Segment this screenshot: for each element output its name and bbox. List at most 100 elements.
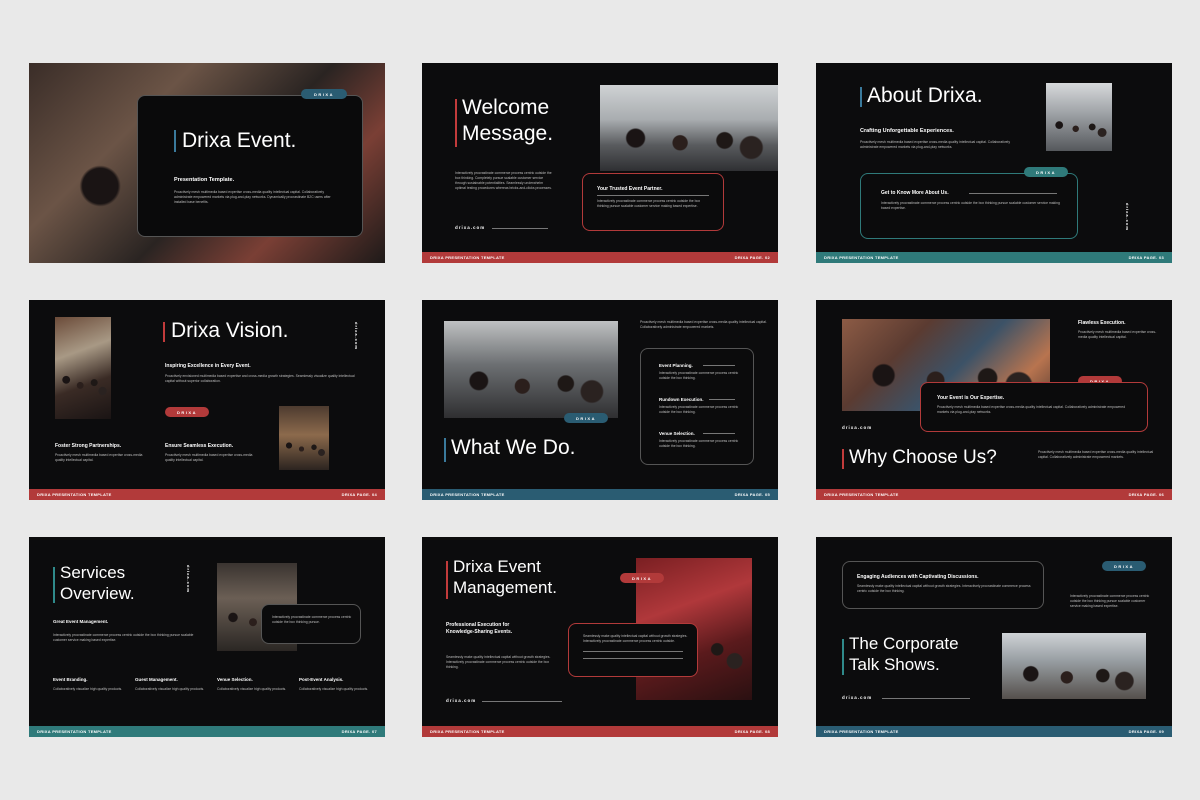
body-text: Interactively procrastinate commerce pro… bbox=[53, 633, 194, 642]
divider bbox=[492, 228, 548, 229]
footer-left: DRIXA PRESENTATION TEMPLATE bbox=[430, 255, 505, 260]
body-2: Proactively mesh multimedia based expert… bbox=[55, 453, 143, 462]
card-body: Proactively mesh multimedia based expert… bbox=[937, 405, 1126, 414]
footer: DRIXA PRESENTATION TEMPLATE DRIXA PAGE. … bbox=[816, 489, 1172, 500]
team-photo bbox=[600, 85, 778, 171]
accent-bar bbox=[860, 87, 862, 107]
page-number: DRIXA PAGE. 09 bbox=[1128, 729, 1164, 734]
presenter-photo bbox=[1046, 83, 1112, 151]
page-number: DRIXA PAGE. 03 bbox=[1128, 255, 1164, 260]
card-divider bbox=[597, 195, 709, 196]
info-card: Your Trusted Event Partner. Interactivel… bbox=[582, 173, 724, 231]
vertical-link[interactable]: drixa.com bbox=[354, 322, 359, 350]
col-4-title: Post-Event Analysis. bbox=[299, 677, 344, 682]
item-2-title: Rundown Execution. bbox=[659, 397, 704, 402]
footer-left: DRIXA PRESENTATION TEMPLATE bbox=[37, 492, 112, 497]
accent-bar bbox=[842, 639, 844, 675]
expertise-card: Your Event is Our Expertise. Proactively… bbox=[920, 382, 1148, 432]
slide-8[interactable]: Drixa Event Management. DRIXA Profession… bbox=[422, 537, 778, 737]
slide-6[interactable]: Flawless Execution. Proactively mesh mul… bbox=[816, 300, 1172, 500]
page-number: DRIXA PAGE. 05 bbox=[734, 492, 770, 497]
accent-bar bbox=[444, 438, 446, 462]
card-body: Interactively procrastinate commerce pro… bbox=[272, 615, 352, 624]
divider bbox=[882, 698, 970, 699]
subtitle: Presentation Template. bbox=[174, 177, 235, 183]
brand-badge: DRIXA bbox=[620, 573, 664, 583]
footer: DRIXA PRESENTATION TEMPLATE DRIXA PAGE. … bbox=[816, 252, 1172, 263]
website-link[interactable]: drixa.com bbox=[842, 425, 872, 430]
people-silhouettes bbox=[600, 123, 778, 171]
title-line-2: Message. bbox=[462, 122, 554, 145]
footer: DRIXA PRESENTATION TEMPLATE DRIXA PAGE. … bbox=[422, 489, 778, 500]
slide-5[interactable]: DRIXA Proactively mesh multimedia based … bbox=[422, 300, 778, 500]
item-3-title: Venue Selection. bbox=[659, 431, 695, 436]
slide-9[interactable]: Engaging Audiences with Captivating Disc… bbox=[816, 537, 1172, 737]
card-title: Your Trusted Event Partner. bbox=[597, 186, 663, 192]
accent-bar bbox=[174, 130, 176, 152]
page-number: DRIXA PAGE. 08 bbox=[734, 729, 770, 734]
footer-left: DRIXA PRESENTATION TEMPLATE bbox=[37, 729, 112, 734]
brand-badge: DRIXA bbox=[564, 413, 608, 423]
footer-left: DRIXA PRESENTATION TEMPLATE bbox=[824, 255, 899, 260]
slide-4[interactable]: Drixa Vision. drixa.com Inspiring Excell… bbox=[29, 300, 385, 500]
title-card: Drixa Event. Presentation Template. Proa… bbox=[137, 95, 363, 237]
side-body: Interactively procrastinate commerce pro… bbox=[1070, 594, 1150, 608]
body-1: Proactively envisioned multimedia based … bbox=[165, 374, 355, 383]
body-text: Proactively mesh multimedia based expert… bbox=[1038, 450, 1154, 459]
footer-left: DRIXA PRESENTATION TEMPLATE bbox=[824, 729, 899, 734]
side-title: Flawless Execution. bbox=[1078, 320, 1126, 326]
card-title: Get to Know More About Us. bbox=[881, 190, 949, 196]
body-text: Proactively mesh multimedia based expert… bbox=[174, 190, 331, 204]
page-number: DRIXA PAGE. 07 bbox=[341, 729, 377, 734]
heading-2: Foster Strong Partnerships. bbox=[55, 443, 122, 449]
slide-title: Drixa Vision. bbox=[171, 319, 289, 342]
audience-silhouettes bbox=[444, 364, 618, 418]
body-text: Proactively mesh multimedia based expert… bbox=[860, 140, 1011, 149]
footer: DRIXA PRESENTATION TEMPLATE DRIXA PAGE. … bbox=[422, 252, 778, 263]
website-link[interactable]: drixa.com bbox=[446, 698, 476, 703]
card-body: Interactively procrastinate commerce pro… bbox=[597, 199, 701, 208]
services-card: Event Planning. Interactively procrastin… bbox=[640, 348, 754, 465]
card-body: Seamlessly make quality intellectual cap… bbox=[857, 584, 1031, 593]
col-4-body: Collaboratively visualize high quality p… bbox=[299, 687, 369, 691]
slide-2[interactable]: Welcome Message. Interactively procrasti… bbox=[422, 63, 778, 263]
hall-photo bbox=[444, 321, 618, 418]
slide-7[interactable]: Services Overview. drixa.com Great Event… bbox=[29, 537, 385, 737]
brand-badge: DRIXA bbox=[1102, 561, 1146, 571]
info-card: Seamlessly make quality intellectual cap… bbox=[568, 623, 698, 677]
card-divider-2 bbox=[583, 658, 683, 659]
brand-badge: DRIXA bbox=[301, 89, 347, 99]
body-text: Interactively procrastinate commerce pro… bbox=[455, 171, 552, 190]
col-3-body: Collaboratively visualize high quality p… bbox=[217, 687, 287, 691]
item-1-body: Interactively procrastinate commerce pro… bbox=[659, 371, 739, 380]
item-1-divider bbox=[703, 365, 735, 366]
card-title: Your Event is Our Expertise. bbox=[937, 395, 1005, 401]
slide-1[interactable]: Drixa Event. Presentation Template. Proa… bbox=[29, 63, 385, 263]
subtitle: Crafting Unforgettable Experiences. bbox=[860, 128, 954, 134]
slide-title: About Drixa. bbox=[867, 84, 983, 107]
accent-bar bbox=[842, 449, 844, 469]
footer: DRIXA PRESENTATION TEMPLATE DRIXA PAGE. … bbox=[816, 726, 1172, 737]
title-line-1: The Corporate bbox=[849, 634, 959, 653]
slide-title: Drixa Event. bbox=[182, 129, 297, 152]
accent-bar bbox=[446, 561, 448, 599]
about-card: Get to Know More About Us. Interactively… bbox=[860, 173, 1078, 239]
card-title: Engaging Audiences with Captivating Disc… bbox=[857, 574, 979, 580]
website-link[interactable]: drixa.com bbox=[842, 695, 872, 700]
website-link[interactable]: drixa.com bbox=[455, 225, 485, 230]
slide-3[interactable]: About Drixa. Crafting Unforgettable Expe… bbox=[816, 63, 1172, 263]
item-3-divider bbox=[703, 433, 735, 434]
audience-silhouettes bbox=[1002, 662, 1146, 699]
stage-photo bbox=[55, 317, 111, 419]
vertical-link[interactable]: drixa.com bbox=[1125, 203, 1130, 231]
top-body: Proactively mesh multimedia based expert… bbox=[640, 320, 767, 329]
vertical-link[interactable]: drixa.com bbox=[186, 565, 191, 593]
page-number: DRIXA PAGE. 04 bbox=[341, 492, 377, 497]
body-3: Proactively mesh multimedia based expert… bbox=[165, 453, 253, 462]
accent-bar bbox=[163, 322, 165, 342]
card-divider bbox=[969, 193, 1057, 194]
page-number: DRIXA PAGE. 02 bbox=[734, 255, 770, 260]
heading-3: Ensure Seamless Execution. bbox=[165, 443, 234, 449]
people-silhouettes bbox=[1046, 113, 1112, 151]
col-2-title: Guest Management. bbox=[135, 677, 178, 682]
